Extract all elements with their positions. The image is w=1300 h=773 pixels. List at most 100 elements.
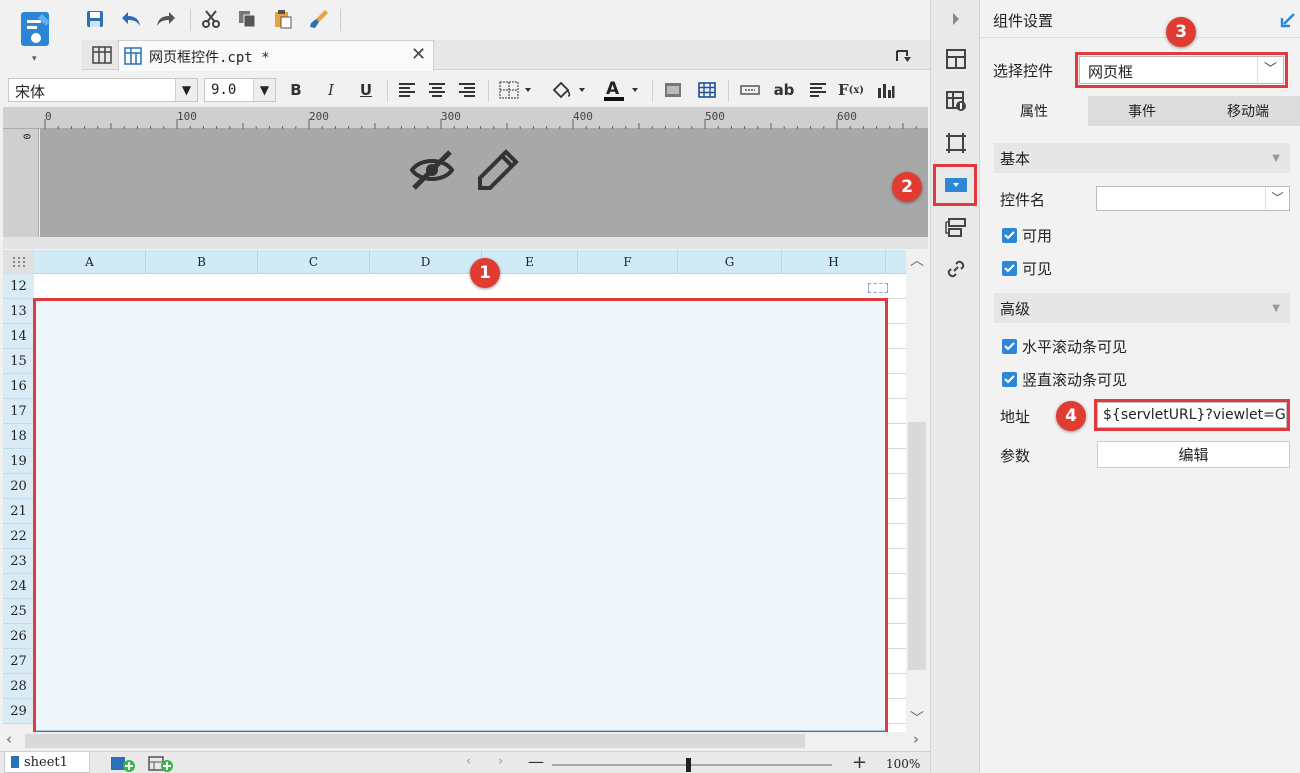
sheet-tab[interactable]: sheet1	[4, 752, 90, 773]
column-header[interactable]: B	[146, 250, 258, 274]
paste-icon[interactable]	[270, 7, 296, 31]
fill-color-icon[interactable]	[548, 79, 590, 101]
column-header[interactable]: D	[370, 250, 482, 274]
tab-mobile[interactable]: 移动端	[1196, 96, 1300, 126]
scroll-right-icon[interactable]: ›	[913, 730, 919, 748]
tab-menu-icon[interactable]	[893, 46, 915, 66]
text-wrap-icon[interactable]	[806, 79, 830, 101]
add-form-sheet-icon[interactable]	[146, 754, 176, 772]
border-icon[interactable]	[496, 79, 536, 101]
copy-icon[interactable]	[234, 7, 260, 31]
row-header[interactable]: 24	[3, 574, 34, 599]
panel-pin-icon[interactable]	[1280, 12, 1296, 32]
row-header[interactable]: 13	[3, 299, 34, 324]
row-header[interactable]: 18	[3, 424, 34, 449]
font-name-select[interactable]: 宋体 ▼	[8, 78, 198, 102]
split-cell-icon[interactable]	[696, 79, 718, 101]
scroll-up-icon[interactable]: ︿	[910, 250, 924, 270]
condition-attribute-icon[interactable]	[943, 214, 969, 240]
zoom-slider[interactable]	[552, 758, 832, 772]
row-header[interactable]: 22	[3, 524, 34, 549]
widget-settings-icon[interactable]	[943, 172, 969, 198]
close-tab-icon[interactable]: ✕	[411, 44, 426, 65]
undo-icon[interactable]	[118, 7, 144, 31]
row-header[interactable]: 17	[3, 399, 34, 424]
logo-dropdown-icon[interactable]: ▾	[32, 54, 37, 64]
row-header[interactable]: 27	[3, 649, 34, 674]
sheet-grid-icon[interactable]	[90, 44, 114, 66]
scroll-left-icon[interactable]: ‹	[6, 730, 12, 748]
tab-event[interactable]: 事件	[1088, 96, 1196, 126]
row-header[interactable]: 23	[3, 549, 34, 574]
file-tab[interactable]: 网页框控件.cpt * ✕	[118, 40, 434, 71]
redo-icon[interactable]	[153, 7, 179, 31]
insert-text-icon[interactable]: ab	[772, 79, 796, 101]
column-header[interactable]: H	[782, 250, 886, 274]
row-header[interactable]: 19	[3, 449, 34, 474]
edit-pencil-icon[interactable]	[476, 148, 520, 192]
vertical-scroll-thumb[interactable]	[908, 422, 926, 670]
merge-cell-icon[interactable]	[662, 79, 684, 101]
row-header[interactable]: 28	[3, 674, 34, 699]
hscroll-checkbox[interactable]	[1002, 339, 1017, 354]
hidden-eye-icon[interactable]	[408, 148, 456, 192]
zoom-slider-thumb[interactable]	[686, 758, 691, 772]
advanced-section-header[interactable]: 高级 ▼	[994, 293, 1290, 323]
insert-textbox-icon[interactable]	[738, 79, 762, 101]
expand-panel-icon[interactable]	[943, 6, 969, 32]
font-color-icon[interactable]: A	[600, 77, 642, 103]
collapse-icon[interactable]: ▼	[1272, 153, 1280, 164]
horizontal-scrollbar[interactable]: ‹ ›	[3, 730, 928, 750]
row-header[interactable]: 20	[3, 474, 34, 499]
horizontal-scroll-thumb[interactable]	[25, 734, 805, 748]
font-size-select[interactable]: 9.0 ▼	[204, 78, 276, 102]
sheet-prev-icon[interactable]: ‹	[466, 754, 471, 769]
formula-icon[interactable]: F (x)	[838, 79, 864, 101]
add-report-sheet-icon[interactable]	[108, 754, 138, 772]
visible-checkbox[interactable]	[1002, 261, 1017, 276]
column-header[interactable]: A	[34, 250, 146, 274]
chevron-down-icon[interactable]: ﹀	[1265, 187, 1289, 210]
chart-icon[interactable]	[874, 79, 898, 101]
collapse-icon[interactable]: ▼	[1272, 303, 1280, 314]
align-right-icon[interactable]	[456, 79, 478, 101]
cell-attribute-icon[interactable]	[943, 46, 969, 72]
row-header[interactable]: 26	[3, 624, 34, 649]
row-header[interactable]: 25	[3, 599, 34, 624]
row-header[interactable]: 12	[3, 274, 34, 299]
enabled-checkbox[interactable]	[1002, 228, 1017, 243]
row-header[interactable]: 14	[3, 324, 34, 349]
row-header[interactable]: 15	[3, 349, 34, 374]
align-left-icon[interactable]	[396, 79, 418, 101]
vertical-scrollbar[interactable]: ︿ ﹀	[906, 250, 928, 732]
tab-mobile-label: 移动端	[1227, 104, 1269, 120]
pane-splitter[interactable]	[3, 237, 928, 249]
edit-parameter-button[interactable]: 编辑	[1097, 441, 1290, 468]
format-brush-icon[interactable]	[306, 7, 332, 31]
scroll-down-icon[interactable]: ﹀	[910, 708, 924, 728]
save-icon[interactable]	[82, 7, 108, 31]
basic-section-header[interactable]: 基本 ▼	[994, 143, 1290, 173]
hyperlink-icon[interactable]	[943, 256, 969, 282]
zoom-out-icon[interactable]: —	[528, 752, 544, 771]
float-element-icon[interactable]	[943, 130, 969, 156]
cut-icon[interactable]	[198, 7, 224, 31]
bold-icon[interactable]: B	[285, 79, 307, 101]
row-header[interactable]: 21	[3, 499, 34, 524]
vscroll-checkbox[interactable]	[1002, 372, 1017, 387]
cell-element-icon[interactable]	[943, 88, 969, 114]
row-header[interactable]: 29	[3, 699, 34, 724]
zoom-in-icon[interactable]: +	[852, 752, 867, 773]
row-header[interactable]: 16	[3, 374, 34, 399]
column-header[interactable]: C	[258, 250, 370, 274]
grid-corner[interactable]	[3, 250, 34, 274]
column-header[interactable]: G	[678, 250, 782, 274]
column-header[interactable]: F	[578, 250, 678, 274]
underline-icon[interactable]: U	[355, 79, 377, 101]
tab-attribute[interactable]: 属性	[980, 96, 1088, 126]
italic-icon[interactable]: I	[320, 79, 342, 101]
align-center-icon[interactable]	[426, 79, 448, 101]
designer-logo[interactable]	[18, 10, 54, 50]
sheet-next-icon[interactable]: ›	[498, 754, 503, 769]
widget-name-input[interactable]: ﹀	[1096, 186, 1290, 211]
